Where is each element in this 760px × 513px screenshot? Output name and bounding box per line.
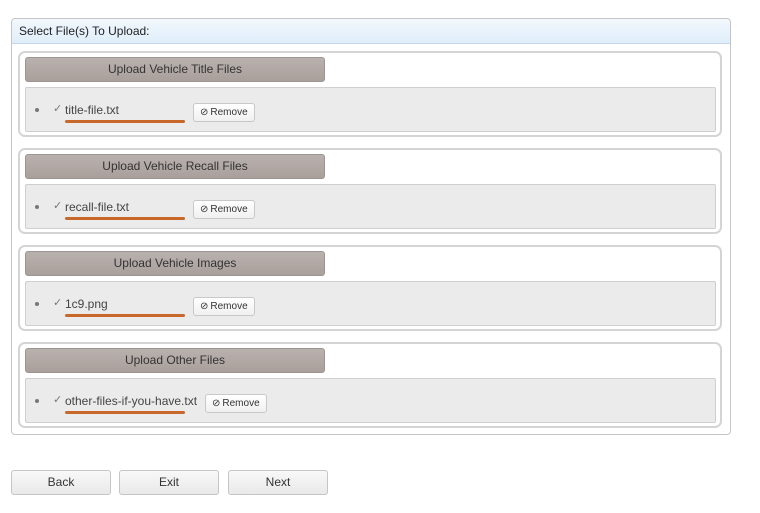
remove-button[interactable]: ⊘ Remove (193, 297, 255, 316)
ban-icon: ⊘ (200, 204, 209, 215)
remove-label: Remove (210, 301, 248, 312)
file-name: other-files-if-you-have.txt (65, 394, 198, 408)
bullet (35, 399, 39, 403)
ban-icon: ⊘ (200, 107, 209, 118)
remove-button[interactable]: ⊘ Remove (193, 103, 255, 122)
section-recall-files: Upload Vehicle Recall Files ✓ recall-fil… (18, 148, 722, 234)
remove-label: Remove (222, 398, 260, 409)
check-icon: ✓ (53, 200, 63, 212)
check-icon: ✓ (53, 297, 63, 309)
upload-recall-files-button[interactable]: Upload Vehicle Recall Files (25, 154, 325, 179)
progress-underline (65, 411, 185, 414)
file-list: ✓ other-files-if-you-have.txt ⊘ Remove (25, 378, 716, 423)
progress-underline (65, 314, 185, 317)
section-title-files: Upload Vehicle Title Files ✓ title-file.… (18, 51, 722, 137)
remove-button[interactable]: ⊘ Remove (193, 200, 255, 219)
panel-title: Select File(s) To Upload: (12, 19, 730, 44)
section-images: Upload Vehicle Images ✓ 1c9.png ⊘ Remove (18, 245, 722, 331)
file-name: title-file.txt (65, 103, 120, 117)
upload-images-button[interactable]: Upload Vehicle Images (25, 251, 325, 276)
remove-label: Remove (210, 107, 248, 118)
file-list: ✓ recall-file.txt ⊘ Remove (25, 184, 716, 229)
exit-button[interactable]: Exit (119, 470, 219, 495)
file-list: ✓ 1c9.png ⊘ Remove (25, 281, 716, 326)
back-button[interactable]: Back (11, 470, 111, 495)
file-name: recall-file.txt (65, 200, 130, 214)
upload-other-files-button[interactable]: Upload Other Files (25, 348, 325, 373)
bullet (35, 108, 39, 112)
progress-underline (65, 120, 185, 123)
upload-panel: Select File(s) To Upload: Upload Vehicle… (11, 18, 731, 435)
ban-icon: ⊘ (212, 398, 221, 409)
next-button[interactable]: Next (228, 470, 328, 495)
file-name: 1c9.png (65, 297, 108, 311)
ban-icon: ⊘ (200, 301, 209, 312)
remove-button[interactable]: ⊘ Remove (205, 394, 267, 413)
upload-title-files-button[interactable]: Upload Vehicle Title Files (25, 57, 325, 82)
check-icon: ✓ (53, 394, 63, 406)
bullet (35, 205, 39, 209)
progress-underline (65, 217, 185, 220)
remove-label: Remove (210, 204, 248, 215)
check-icon: ✓ (53, 103, 63, 115)
bullet (35, 302, 39, 306)
file-list: ✓ title-file.txt ⊘ Remove (25, 87, 716, 132)
section-other-files: Upload Other Files ✓ other-files-if-you-… (18, 342, 722, 428)
